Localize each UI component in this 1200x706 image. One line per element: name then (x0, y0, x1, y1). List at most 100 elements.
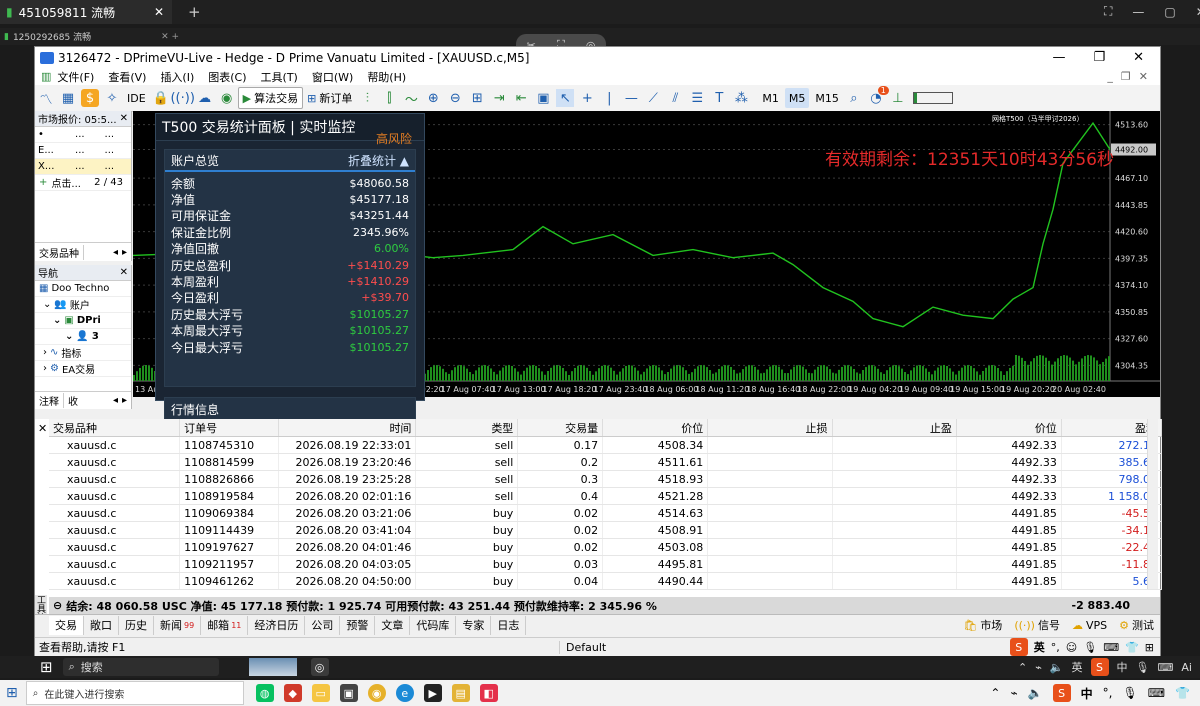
toolbox-tab-0[interactable]: 交易 (49, 615, 84, 635)
toolbox-tab-9[interactable]: 代码库 (410, 615, 457, 635)
chart-type-icon[interactable]: ▦ (59, 89, 77, 107)
toolbox-tab-6[interactable]: 公司 (305, 615, 341, 635)
close-icon[interactable]: ✕ (1139, 70, 1148, 83)
close-icon[interactable]: ✕ (120, 113, 128, 124)
table-row[interactable]: xauusd.c 1108745310 2026.08.19 22:33:01 sel… (49, 436, 1163, 454)
keyboard-icon[interactable]: ⌨ (1103, 641, 1119, 654)
fullscreen-icon[interactable]: ⛶ (1104, 4, 1112, 19)
mic-icon[interactable]: 🎙 (1083, 641, 1097, 654)
table-row[interactable]: xauusd.c 1109114439 2026.08.20 03:41:04 buy… (49, 521, 1163, 539)
chart-shift-icon[interactable]: ⇤ (512, 89, 530, 107)
new-order-button[interactable]: ⊞ 新订单 (303, 88, 356, 108)
mt5-taskbar-icon[interactable]: ◎ (310, 658, 329, 676)
windows-start-icon[interactable]: ⊞ (40, 658, 53, 676)
vps-icon[interactable]: ◉ (218, 89, 236, 107)
close-icon[interactable]: ✕ (1133, 50, 1144, 65)
keyboard-icon[interactable]: ⌨ (1148, 686, 1165, 700)
table-row[interactable]: xauusd.c 1109461262 2026.08.20 04:50:00 buy… (49, 572, 1163, 590)
minimize-icon[interactable]: _ (1107, 70, 1113, 83)
sogou-icon[interactable]: S (1052, 684, 1071, 702)
screenshot-icon[interactable]: ▣ (534, 89, 552, 107)
scroll-left-icon[interactable]: ◂ (113, 395, 118, 406)
remote-search-box[interactable]: ⌕ 搜索 (62, 658, 219, 676)
table-row[interactable]: xauusd.c 1109197627 2026.08.20 04:01:46 buy… (49, 538, 1163, 556)
search-icon[interactable]: ⌕ (845, 89, 863, 107)
tab-favorites[interactable]: 收 (64, 393, 82, 408)
sub-close-icon[interactable]: ✕ + (161, 32, 179, 42)
network-icon[interactable]: ⌁ (1010, 686, 1017, 700)
shirt-icon[interactable]: 👕 (1125, 641, 1139, 654)
table-row[interactable]: xauusd.c 1108919584 2026.08.20 02:01:16 sel… (49, 487, 1163, 505)
right-tab-3[interactable]: ⚙ 测试 (1119, 617, 1154, 633)
scrollbar[interactable] (1147, 419, 1158, 589)
crosshair-icon[interactable]: + (578, 89, 596, 107)
horizontal-line-icon[interactable]: — (622, 89, 640, 107)
algo-trading-button[interactable]: ▶ 算法交易 (237, 87, 304, 109)
coin-icon[interactable]: $ (81, 89, 99, 107)
tf-m1[interactable]: M1 (758, 88, 783, 108)
candle-icon[interactable]: ⫿ (380, 89, 398, 107)
app-dark-icon[interactable]: ▣ (339, 684, 358, 702)
terminal-icon[interactable]: ▶ (423, 684, 442, 702)
mic-icon[interactable]: 🎙 (1136, 661, 1150, 674)
nav-account[interactable]: ⌄ 👤 3 (35, 329, 131, 345)
scroll-right-icon[interactable]: ▸ (122, 247, 127, 258)
edge-icon[interactable]: e (395, 684, 414, 702)
signal-broadcast-icon[interactable]: ((·)) (170, 89, 194, 107)
network-icon[interactable]: ⌁ (1035, 661, 1042, 674)
column-header[interactable]: 价位 (956, 419, 1062, 437)
toolbox-tab-2[interactable]: 历史 (119, 615, 154, 635)
toolbox-tab-5[interactable]: 经济日历 (248, 615, 306, 635)
market-row[interactable]: •...... (35, 127, 131, 143)
grid-icon[interactable]: ⊞ (468, 89, 486, 107)
minimize-icon[interactable]: — (1052, 50, 1065, 65)
menu-item-3[interactable]: 图表(C) (208, 69, 246, 85)
notification-icon[interactable]: ◔ 1 (867, 86, 889, 107)
app-pink-icon[interactable]: ◧ (479, 684, 498, 702)
nav-broker[interactable]: ▦ Doo Techno (35, 281, 131, 297)
close-icon[interactable]: ✕ (1196, 5, 1200, 19)
market-add-row[interactable]: + 点击... 2 / 43 (35, 175, 131, 191)
tf-m15[interactable]: M15 (811, 88, 843, 108)
nav-accounts[interactable]: ⌄ 👥 账户 (35, 297, 131, 313)
nav-experts[interactable]: › ⚙ EA交易 (35, 361, 131, 377)
column-header[interactable]: 时间 (278, 419, 417, 437)
nav-indicators[interactable]: › ∿ 指标 (35, 345, 131, 361)
ime-lang[interactable]: 英 (1034, 639, 1045, 655)
zoom-out-icon[interactable]: ⊖ (446, 89, 464, 107)
menu-item-6[interactable]: 帮助(H) (367, 69, 406, 85)
vertical-line-icon[interactable]: | (600, 89, 618, 107)
bar-chart-icon[interactable]: ⫶ (358, 89, 376, 107)
magic-icon[interactable]: ✧ (103, 89, 121, 107)
local-search-box[interactable]: ⌕ 在此键入进行搜索 (25, 681, 244, 705)
toolbox-tab-1[interactable]: 敞口 (84, 615, 119, 635)
add-tab-button[interactable]: + (188, 3, 201, 21)
ai-icon[interactable]: Ai (1181, 661, 1192, 674)
restore-icon[interactable]: ❐ (1093, 50, 1105, 65)
right-tab-2[interactable]: ☁ VPS (1072, 619, 1107, 632)
text-icon[interactable]: T (710, 89, 728, 107)
column-header[interactable]: 交易品种 (49, 419, 181, 437)
column-header[interactable]: 类型 (415, 419, 519, 437)
local-ime-lang[interactable]: 中 (1081, 685, 1093, 702)
column-header[interactable]: 止损 (707, 419, 833, 437)
toolbox-tab-3[interactable]: 新闻 99 (154, 615, 202, 635)
keyboard-icon[interactable]: ⌨ (1158, 661, 1174, 674)
volume-icon[interactable]: 🔈 (1050, 661, 1064, 674)
tab-symbols[interactable]: 交易品种 (35, 244, 84, 260)
menu-item-1[interactable]: 查看(V) (108, 69, 146, 85)
right-tab-1[interactable]: ((·)) 信号 (1014, 617, 1060, 633)
minimize-icon[interactable]: — (1132, 5, 1144, 19)
tf-m5[interactable]: M5 (784, 88, 810, 108)
close-icon[interactable]: ✕ (120, 267, 128, 278)
line-chart-icon[interactable]: 〽 (37, 89, 55, 108)
menu-item-4[interactable]: 工具(T) (261, 69, 298, 85)
collapse-stats-button[interactable]: 折叠统计 ▲ (348, 152, 409, 169)
menu-item-5[interactable]: 窗口(W) (312, 69, 353, 85)
toolbox-tab-7[interactable]: 预警 (340, 615, 376, 635)
sogou-icon[interactable]: S (1090, 658, 1109, 676)
shirt-icon[interactable]: 👕 (1175, 686, 1190, 700)
punct-icon[interactable]: °, (1051, 641, 1060, 654)
menu-item-0[interactable]: 文件(F) (57, 69, 94, 85)
channel-icon[interactable]: ⫽ (666, 89, 684, 107)
